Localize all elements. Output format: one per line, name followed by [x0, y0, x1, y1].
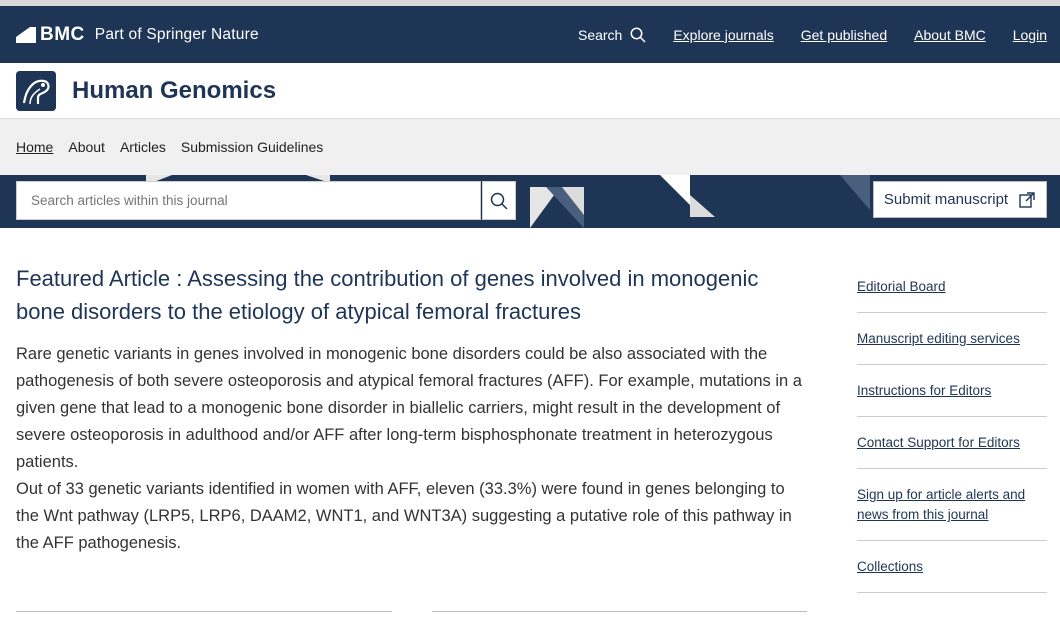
submit-manuscript-button[interactable]: Submit manuscript: [873, 181, 1047, 218]
sidebar-item-alerts-signup[interactable]: Sign up for article alerts and news from…: [857, 469, 1047, 541]
journal-header: Human Genomics: [0, 63, 1060, 119]
search-icon: [630, 27, 646, 43]
sidebar-item-instructions-for-editors[interactable]: Instructions for Editors: [857, 365, 1047, 417]
search-icon: [490, 192, 508, 210]
sidebar-item-editorial-board[interactable]: Editorial Board: [857, 261, 1047, 313]
divider-left: [16, 611, 392, 612]
sidebar-item-label: Instructions for Editors: [857, 383, 992, 398]
get-published-link[interactable]: Get published: [801, 27, 887, 43]
search-link[interactable]: Search: [578, 27, 646, 43]
submit-manuscript-label: Submit manuscript: [883, 191, 1009, 208]
journal-subnav: Home About Articles Submission Guideline…: [0, 119, 1060, 175]
subnav-home[interactable]: Home: [16, 139, 53, 155]
bmc-logo-icon: [16, 26, 36, 43]
divider-right: [432, 611, 807, 612]
sidebar-item-label: Editorial Board: [857, 279, 946, 294]
search-link-label: Search: [577, 26, 623, 43]
sidebar-item-label: Contact Support for Editors: [857, 435, 1020, 450]
journal-search-input[interactable]: [16, 181, 481, 220]
featured-paragraph-1: Rare genetic variants in genes involved …: [16, 345, 802, 471]
subnav-submission-guidelines[interactable]: Submission Guidelines: [181, 139, 323, 155]
part-of-springer-nature[interactable]: Part of Springer Nature: [95, 26, 259, 44]
journal-title[interactable]: Human Genomics: [72, 77, 276, 105]
sidebar-item-contact-support[interactable]: Contact Support for Editors: [857, 417, 1047, 469]
journal-logo[interactable]: [16, 70, 56, 111]
sidebar-item-manuscript-editing[interactable]: Manuscript editing services: [857, 313, 1047, 365]
login-link[interactable]: Login: [1013, 27, 1047, 43]
featured-paragraph-2: Out of 33 genetic variants identified in…: [16, 480, 792, 552]
bmc-logo-text: BMC: [40, 23, 85, 45]
external-submit-icon: [1019, 191, 1035, 208]
featured-article-body: Rare genetic variants in genes involved …: [16, 341, 811, 557]
bmc-logo[interactable]: BMC: [16, 24, 85, 46]
journal-logo-icon: [16, 70, 56, 111]
sidebar-item-label: Sign up for article alerts and news from…: [857, 487, 1026, 522]
search-band: Submit manuscript: [0, 175, 1060, 228]
featured-article: Featured Article : Assessing the contrib…: [16, 262, 811, 557]
journal-search-button[interactable]: [482, 181, 516, 220]
sidebar-item-label: Collections: [857, 559, 924, 574]
sidebar: Editorial Board Manuscript editing servi…: [857, 261, 1047, 593]
featured-article-title[interactable]: Featured Article : Assessing the contrib…: [16, 262, 811, 328]
subnav-about[interactable]: About: [68, 139, 105, 155]
brand: BMC Part of Springer Nature: [16, 24, 259, 46]
bmc-header: BMC Part of Springer Nature Search Explo…: [0, 6, 1060, 63]
top-navigation: Search Explore journals Get published Ab…: [578, 27, 1047, 43]
about-bmc-link[interactable]: About BMC: [914, 27, 986, 43]
subnav-articles[interactable]: Articles: [120, 139, 166, 155]
sidebar-item-collections[interactable]: Collections: [857, 541, 1047, 593]
sidebar-item-label: Manuscript editing services: [857, 331, 1020, 346]
explore-journals-link[interactable]: Explore journals: [673, 27, 773, 43]
